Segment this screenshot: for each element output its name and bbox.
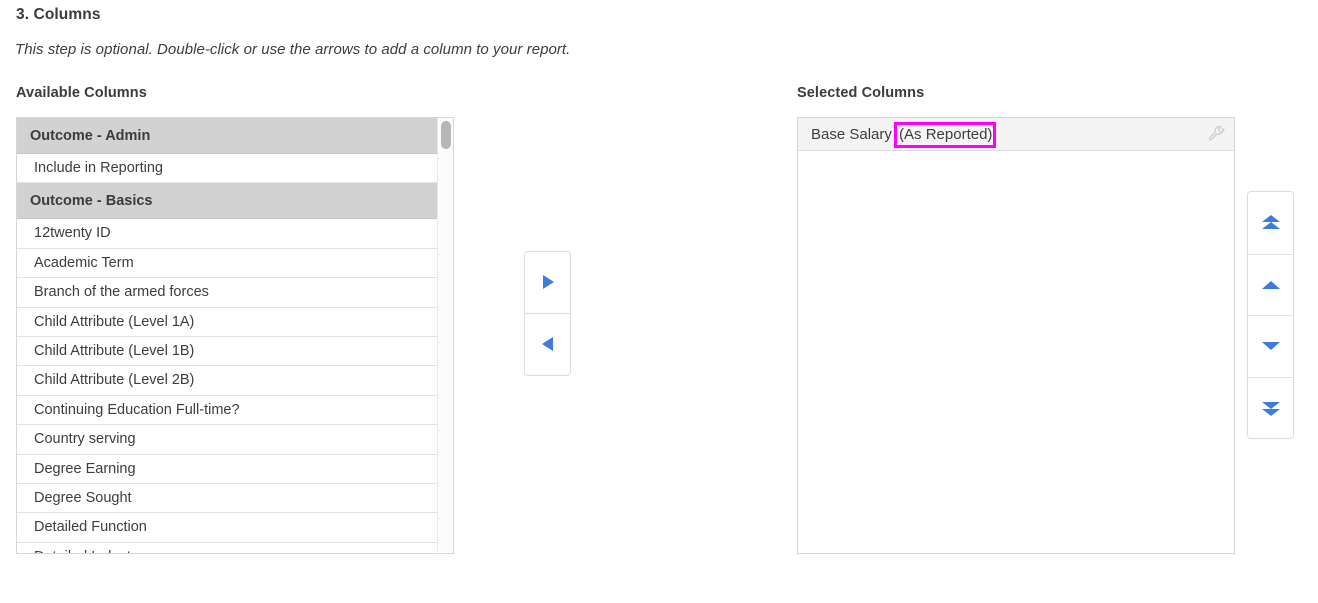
available-column-item[interactable]: 12twenty ID	[17, 219, 438, 248]
triangle-up-icon	[1260, 278, 1282, 291]
available-column-item[interactable]: Detailed Function	[17, 513, 438, 542]
selected-column-row[interactable]: Base Salary (As Reported)	[798, 118, 1234, 151]
move-to-bottom-button[interactable]	[1248, 377, 1293, 439]
selected-columns-label: Selected Columns	[797, 85, 924, 101]
remove-column-button[interactable]	[525, 314, 570, 376]
triangle-down-icon	[1260, 340, 1282, 353]
double-chevron-down-icon	[1260, 398, 1282, 418]
available-columns-list[interactable]: Outcome - AdminInclude in ReportingOutco…	[16, 117, 454, 554]
available-column-item[interactable]: Child Attribute (Level 1B)	[17, 337, 438, 366]
available-group-header: Outcome - Basics	[17, 183, 438, 219]
available-column-item[interactable]: Degree Earning	[17, 455, 438, 484]
move-down-button[interactable]	[1248, 315, 1293, 377]
available-column-item[interactable]: Academic Term	[17, 249, 438, 278]
selected-column-label-prefix: Base Salary	[811, 126, 896, 143]
available-column-item[interactable]: Country serving	[17, 425, 438, 454]
triangle-left-icon	[541, 336, 555, 352]
step-description: This step is optional. Double-click or u…	[15, 41, 570, 58]
add-column-button[interactable]	[525, 252, 570, 314]
available-column-item[interactable]: Child Attribute (Level 1A)	[17, 308, 438, 337]
page-title: 3. Columns	[16, 6, 101, 24]
columns-step-page: 3. Columns This step is optional. Double…	[0, 0, 1318, 603]
selected-column-highlight: (As Reported)	[897, 125, 993, 145]
available-column-item[interactable]: Child Attribute (Level 2B)	[17, 366, 438, 395]
available-column-item[interactable]: Branch of the armed forces	[17, 278, 438, 307]
available-columns-scrollbar[interactable]	[437, 118, 453, 553]
available-column-item[interactable]: Degree Sought	[17, 484, 438, 513]
wrench-icon[interactable]	[1207, 125, 1225, 143]
transfer-button-group	[524, 251, 571, 376]
selected-columns-list[interactable]: Base Salary (As Reported)	[797, 117, 1235, 554]
available-column-item[interactable]: Detailed Industry	[17, 543, 438, 553]
move-to-top-button[interactable]	[1248, 192, 1293, 254]
available-column-item[interactable]: Include in Reporting	[17, 154, 438, 183]
reorder-button-group	[1247, 191, 1294, 439]
available-group-header: Outcome - Admin	[17, 118, 438, 154]
double-chevron-up-icon	[1260, 213, 1282, 233]
scrollbar-thumb[interactable]	[441, 121, 451, 149]
available-column-item[interactable]: Continuing Education Full-time?	[17, 396, 438, 425]
available-columns-label: Available Columns	[16, 85, 147, 101]
triangle-right-icon	[541, 274, 555, 290]
move-up-button[interactable]	[1248, 254, 1293, 316]
available-columns-list-inner: Outcome - AdminInclude in ReportingOutco…	[17, 118, 438, 553]
